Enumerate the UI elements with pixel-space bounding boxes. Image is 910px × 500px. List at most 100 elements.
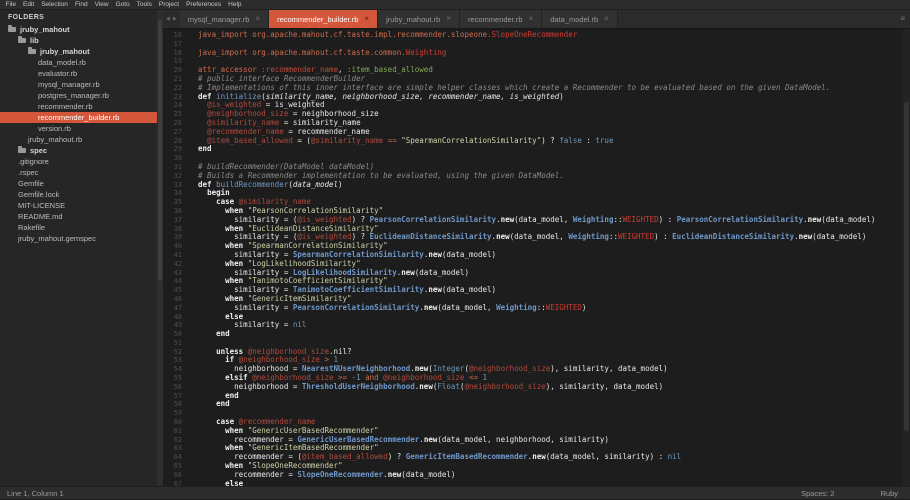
sidebar-item-Gemfile[interactable]: Gemfile: [0, 178, 163, 189]
sidebar-item-version.rb[interactable]: version.rb: [0, 123, 163, 134]
tab-close-icon[interactable]: ×: [364, 15, 369, 23]
code-text: similarity = PearsonCorrelationSimilarit…: [189, 304, 586, 313]
sidebar-item-README.md[interactable]: README.md: [0, 211, 163, 222]
sidebar-item-label: evaluator.rb: [38, 69, 77, 78]
line-number: 30: [163, 154, 189, 163]
menu-item-view[interactable]: View: [91, 0, 112, 10]
sidebar-item-recommender_builder.rb[interactable]: recommender_builder.rb: [0, 112, 163, 123]
menu-item-help[interactable]: Help: [225, 0, 245, 10]
line-number: 48: [163, 313, 189, 322]
sidebar: FOLDERS jruby_mahoutlibjruby_mahoutdata_…: [0, 10, 163, 486]
menu-item-find[interactable]: Find: [71, 0, 91, 10]
line-number: 47: [163, 304, 189, 313]
code-text: java_import org.apache.mahout.cf.taste.i…: [189, 31, 577, 40]
tab-close-icon[interactable]: ×: [446, 15, 451, 23]
sidebar-item-mysql_manager.rb[interactable]: mysql_manager.rb: [0, 79, 163, 90]
line-number: 33: [163, 181, 189, 190]
code-line[interactable]: 58 end: [163, 400, 910, 409]
menu-item-selection[interactable]: Selection: [38, 0, 72, 10]
line-number: 44: [163, 277, 189, 286]
code-line[interactable]: 28 @item_based_allowed = (@similarity_na…: [163, 137, 910, 146]
code-editor[interactable]: 16 java_import org.apache.mahout.cf.tast…: [163, 29, 910, 486]
tab-label: data_model.rb: [550, 15, 598, 24]
menu-item-tools[interactable]: Tools: [133, 0, 155, 10]
menu-item-project[interactable]: Project: [155, 0, 182, 10]
sidebar-item-data_model.rb[interactable]: data_model.rb: [0, 57, 163, 68]
code-line[interactable]: 33 def buildRecommender(data_model): [163, 181, 910, 190]
menu-item-preferences[interactable]: Preferences: [183, 0, 225, 10]
tab-scroll-right-icon[interactable]: ▶: [173, 16, 177, 22]
menu-item-edit[interactable]: Edit: [19, 0, 37, 10]
tab-label: recommender_builder.rb: [277, 15, 358, 24]
code-line[interactable]: 66 recommender = SlopeOneRecommender.new…: [163, 471, 910, 480]
tab-recommender_builder.rb[interactable]: recommender_builder.rb ×: [269, 10, 378, 28]
sidebar-item-evaluator.rb[interactable]: evaluator.rb: [0, 68, 163, 79]
sidebar-item-postgres_manager.rb[interactable]: postgres_manager.rb: [0, 90, 163, 101]
line-number: 42: [163, 260, 189, 269]
tab-data_model.rb[interactable]: data_model.rb ×: [542, 10, 618, 28]
sidebar-item-jruby_mahout[interactable]: jruby_mahout: [0, 46, 163, 57]
tab-close-icon[interactable]: ×: [255, 15, 260, 23]
code-text: else: [189, 480, 243, 486]
tab-close-icon[interactable]: ×: [604, 15, 609, 23]
sidebar-item-spec[interactable]: spec: [0, 145, 163, 156]
tab-close-icon[interactable]: ×: [529, 15, 534, 23]
tab-label: recommender.rb: [468, 15, 523, 24]
sidebar-item-label: Rakefile: [18, 223, 45, 232]
sidebar-scrollbar-thumb[interactable]: [158, 20, 162, 282]
line-number: 26: [163, 119, 189, 128]
sidebar-item-label: jruby_mahout: [20, 25, 70, 34]
sidebar-item-lib[interactable]: lib: [0, 35, 163, 46]
tab-mysql_manager.rb[interactable]: mysql_manager.rb ×: [180, 10, 269, 28]
code-text: java_import org.apache.mahout.cf.taste.c…: [189, 49, 446, 58]
folders-header: FOLDERS: [0, 10, 163, 24]
line-number: 36: [163, 207, 189, 216]
line-number: 64: [163, 453, 189, 462]
tab-bar: ◀ ▶ mysql_manager.rb×recommender_builder…: [163, 10, 910, 29]
code-line[interactable]: 56 neighborhood = ThresholdUserNeighborh…: [163, 383, 910, 392]
editor-scrollbar[interactable]: [903, 29, 910, 486]
sidebar-item-label: README.md: [18, 212, 63, 221]
line-number: 43: [163, 269, 189, 278]
syntax-selector[interactable]: Ruby: [880, 489, 898, 498]
tab-recommender.rb[interactable]: recommender.rb ×: [460, 10, 542, 28]
code-line[interactable]: 16 java_import org.apache.mahout.cf.tast…: [163, 31, 910, 40]
line-number: 29: [163, 145, 189, 154]
editor-scrollbar-thumb[interactable]: [904, 102, 909, 431]
sidebar-item-label: jruby_mahout.gemspec: [18, 234, 96, 243]
sidebar-item-jruby_mahout[interactable]: jruby_mahout: [0, 24, 163, 35]
menu-item-file[interactable]: File: [2, 0, 19, 10]
code-line[interactable]: 47 similarity = PearsonCorrelationSimila…: [163, 304, 910, 313]
menu-item-goto[interactable]: Goto: [112, 0, 133, 10]
line-number: 66: [163, 471, 189, 480]
code-line[interactable]: 57 end: [163, 392, 910, 401]
code-line[interactable]: 50 end: [163, 330, 910, 339]
line-number: 58: [163, 400, 189, 409]
folder-icon: [18, 148, 26, 153]
tab-scroll-left-icon[interactable]: ◀: [166, 16, 170, 22]
sidebar-item-jruby_mahout.gemspec[interactable]: jruby_mahout.gemspec: [0, 233, 163, 244]
sidebar-item-.rspec[interactable]: .rspec: [0, 167, 163, 178]
sidebar-item-recommender.rb[interactable]: recommender.rb: [0, 101, 163, 112]
sidebar-item-.gitignore[interactable]: .gitignore: [0, 156, 163, 167]
code-line[interactable]: 18 java_import org.apache.mahout.cf.tast…: [163, 49, 910, 58]
line-number: 24: [163, 101, 189, 110]
tab-label: mysql_manager.rb: [188, 15, 250, 24]
code-text: @item_based_allowed = (@similarity_name …: [189, 137, 613, 146]
indentation-setting[interactable]: Spaces: 2: [801, 489, 834, 498]
folder-icon: [28, 49, 36, 54]
sidebar-item-label: MIT-LICENSE: [18, 201, 65, 210]
sidebar-item-jruby_mahout.rb[interactable]: jruby_mahout.rb: [0, 134, 163, 145]
sidebar-item-MIT-LICENSE[interactable]: MIT-LICENSE: [0, 200, 163, 211]
line-number: 25: [163, 110, 189, 119]
tab-overflow-icon[interactable]: ≡: [900, 15, 905, 23]
tab-jruby_mahout.rb[interactable]: jruby_mahout.rb×: [378, 10, 460, 28]
line-number: 27: [163, 128, 189, 137]
sidebar-item-Gemfile.lock[interactable]: Gemfile.lock: [0, 189, 163, 200]
code-line[interactable]: 67 else: [163, 480, 910, 486]
sidebar-item-Rakefile[interactable]: Rakefile: [0, 222, 163, 233]
line-number: 52: [163, 348, 189, 357]
line-number: 17: [163, 40, 189, 49]
code-line[interactable]: 29 end: [163, 145, 910, 154]
code-line[interactable]: 49 similarity = nil: [163, 321, 910, 330]
